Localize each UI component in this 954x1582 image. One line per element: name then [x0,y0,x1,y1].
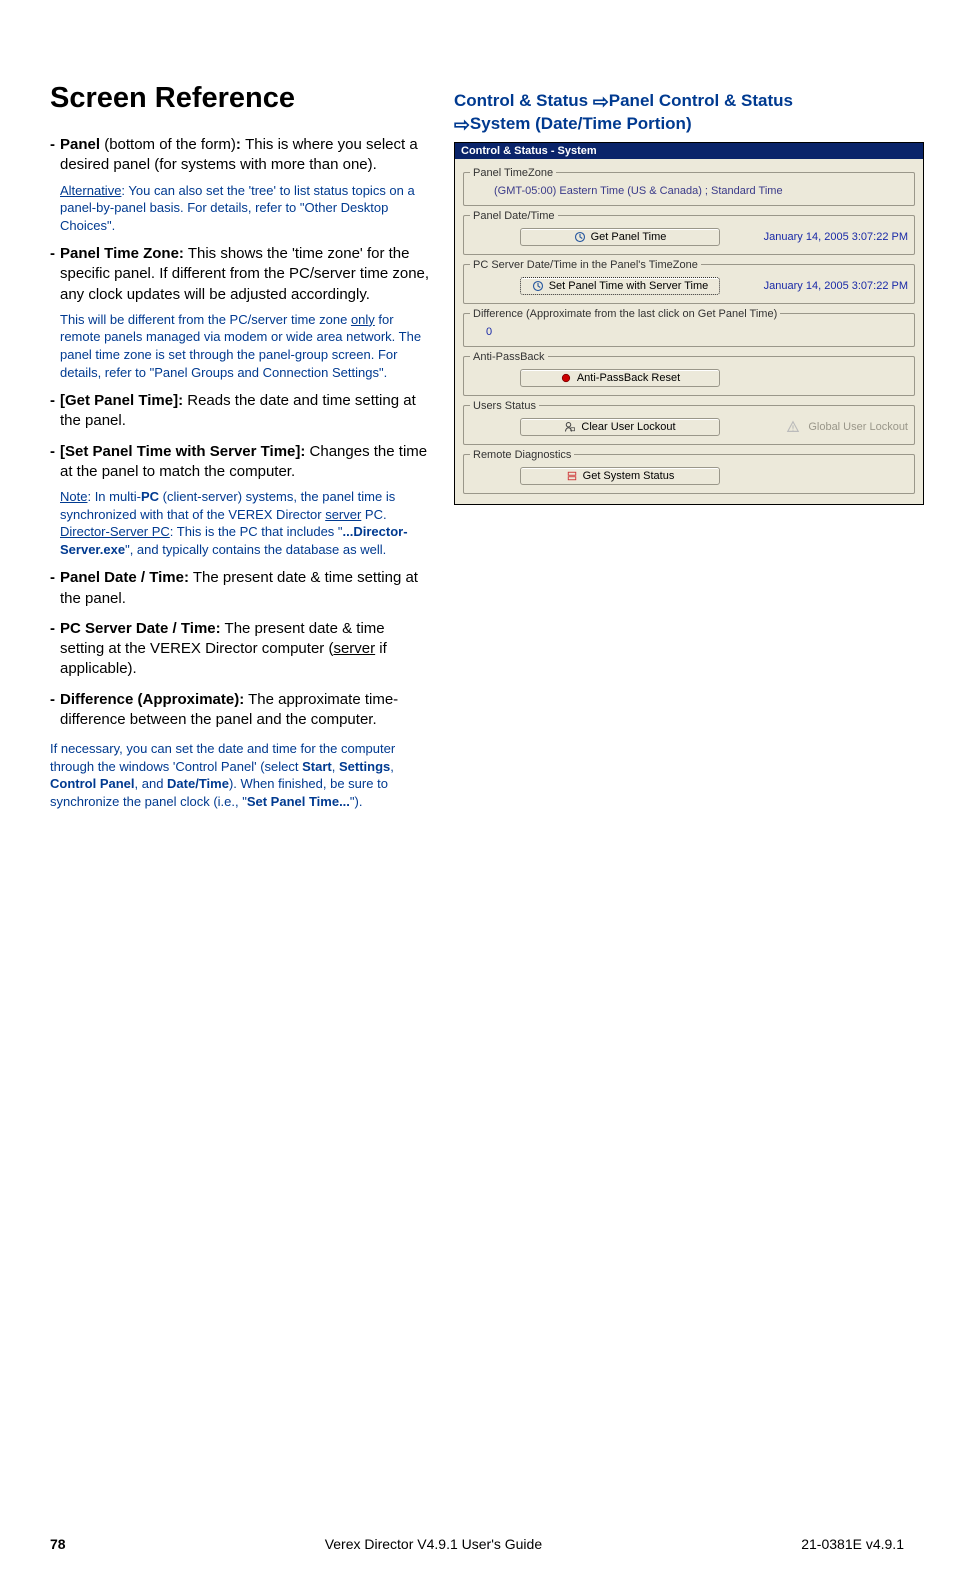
footer-guide-title: Verex Director V4.9.1 User's Guide [325,1536,542,1552]
fieldset-anti-passback: Anti-PassBack Anti-PassBack Reset [463,351,915,396]
label-get-panel-time: [Get Panel Time]: [60,392,183,409]
set-panel-time-button[interactable]: Set Panel Time with Server Time [520,277,720,295]
fieldset-pc-server-datetime: PC Server Date/Time in the Panel's TimeZ… [463,259,915,304]
warning-triangle-icon [786,420,800,434]
note-final: If necessary, you can set the date and t… [50,740,430,810]
legend-panel-timezone: Panel TimeZone [470,167,556,179]
value-difference: 0 [470,324,908,340]
control-status-panel: Control & Status - System Panel TimeZone… [454,142,924,505]
user-lock-icon [564,421,576,433]
left-column: Screen Reference - Panel (bottom of the … [50,50,430,816]
label-pc-server-datetime: PC Server Date / Time: [60,620,221,637]
fieldset-panel-datetime: Panel Date/Time Get Panel Time January 1… [463,210,915,255]
label-panel-datetime: Panel Date / Time: [60,569,189,586]
item-get-panel-time: - [Get Panel Time]: Reads the date and t… [50,391,430,432]
clock-icon [532,280,544,292]
page-footer: 78 Verex Director V4.9.1 User's Guide 21… [50,1536,904,1552]
fieldset-users-status: Users Status Clear User Lockout Global U… [463,400,915,445]
note-alternative: Alternative: You can also set the 'tree'… [60,182,430,235]
item-panel: - Panel (bottom of the form): This is wh… [50,135,430,176]
legend-difference: Difference (Approximate from the last cl… [470,308,780,320]
footer-doc-rev: 21-0381E v4.9.1 [801,1536,904,1552]
item-panel-datetime: - Panel Date / Time: The present date & … [50,568,430,609]
anti-passback-reset-button[interactable]: Anti-PassBack Reset [520,369,720,387]
legend-remote-diagnostics: Remote Diagnostics [470,449,574,461]
legend-anti-passback: Anti-PassBack [470,351,548,363]
value-pc-server-datetime: January 14, 2005 3:07:22 PM [748,280,908,292]
value-panel-timezone: (GMT-05:00) Eastern Time (US & Canada) ;… [470,183,908,199]
note-multi-pc: Note: In multi-PC (client-server) system… [60,488,430,558]
legend-users-status: Users Status [470,400,539,412]
server-icon [566,470,578,482]
value-panel-datetime: January 14, 2005 3:07:22 PM [748,231,908,243]
clock-icon [574,231,586,243]
fieldset-panel-timezone: Panel TimeZone (GMT-05:00) Eastern Time … [463,167,915,206]
clear-user-lockout-button[interactable]: Clear User Lockout [520,418,720,436]
arrow-right-icon: ⇨ [454,116,470,135]
arrow-right-icon: ⇨ [593,93,609,112]
global-user-lockout-label: Global User Lockout [786,420,908,434]
item-difference: - Difference (Approximate): The approxim… [50,690,430,731]
item-pc-server-datetime: - PC Server Date / Time: The present dat… [50,619,430,680]
note-ptz: This will be different from the PC/serve… [60,311,430,381]
red-dot-icon [560,372,572,384]
fieldset-difference: Difference (Approximate from the last cl… [463,308,915,347]
label-panel-time-zone: Panel Time Zone: [60,245,184,262]
label-difference: Difference (Approximate): [60,691,244,708]
panel-titlebar: Control & Status - System [455,143,923,159]
label-set-panel-time: [Set Panel Time with Server Time]: [60,443,305,460]
right-column: Control & Status ⇨Panel Control & Status… [454,50,924,816]
legend-panel-datetime: Panel Date/Time [470,210,558,222]
get-panel-time-button[interactable]: Get Panel Time [520,228,720,246]
item-set-panel-time: - [Set Panel Time with Server Time]: Cha… [50,442,430,483]
get-system-status-button[interactable]: Get System Status [520,467,720,485]
label-panel: Panel [60,136,100,153]
page-title: Screen Reference [50,82,430,115]
right-heading: Control & Status ⇨Panel Control & Status… [454,90,924,136]
fieldset-remote-diagnostics: Remote Diagnostics Get System Status [463,449,915,494]
footer-page-number: 78 [50,1536,66,1552]
legend-pc-server-datetime: PC Server Date/Time in the Panel's TimeZ… [470,259,701,271]
item-panel-time-zone: - Panel Time Zone: This shows the 'time … [50,244,430,305]
